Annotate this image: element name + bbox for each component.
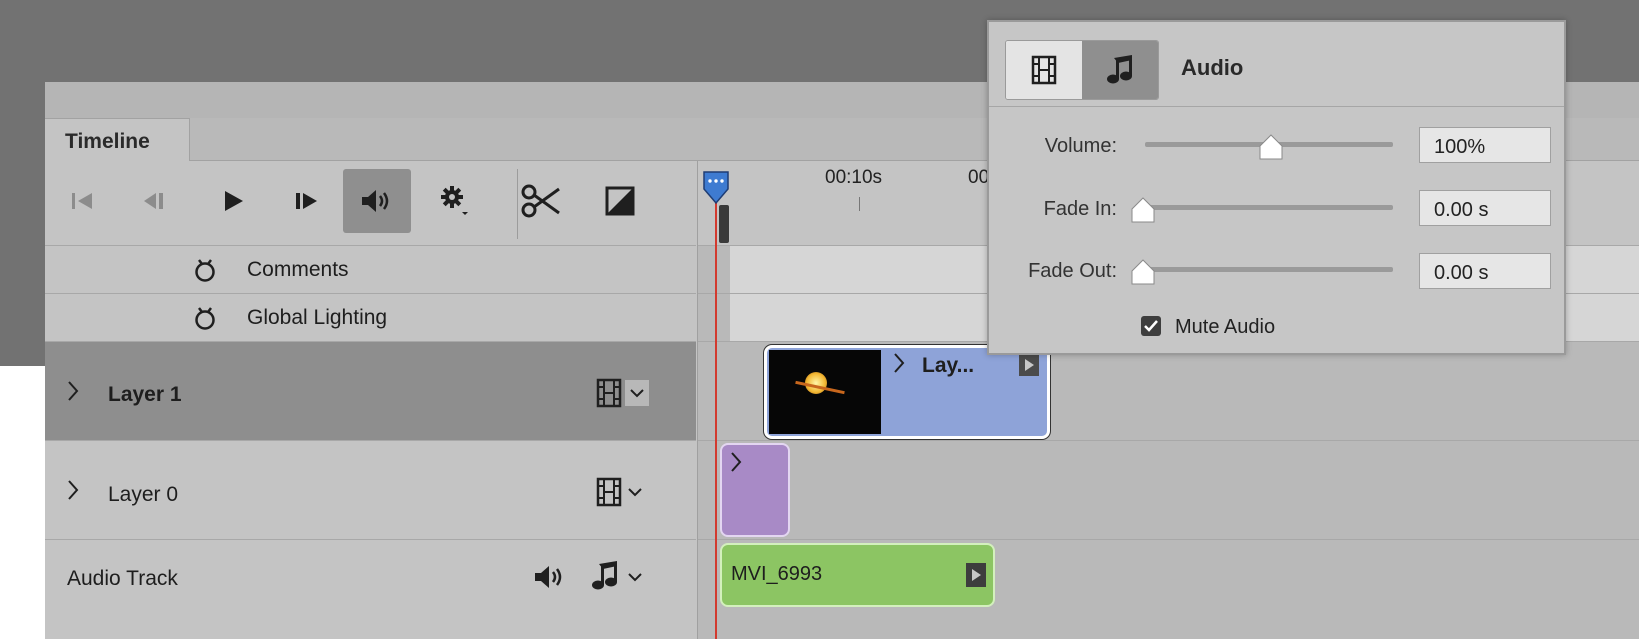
volume-label: Volume: bbox=[1044, 135, 1117, 157]
row-label-comments: Comments bbox=[247, 258, 349, 281]
stopwatch-icon[interactable] bbox=[193, 257, 217, 283]
clip-thumbnail bbox=[769, 350, 881, 434]
chevron-down-icon[interactable] bbox=[627, 572, 643, 582]
row-label-global-lighting: Global Lighting bbox=[247, 306, 388, 329]
fade-in-slider[interactable] bbox=[1145, 205, 1393, 210]
step-forward-icon bbox=[296, 193, 317, 209]
timeline-toolbar bbox=[45, 161, 696, 246]
fade-in-slider-thumb[interactable] bbox=[1129, 196, 1157, 224]
fade-in-value-field[interactable]: 0.00 s bbox=[1419, 190, 1551, 226]
fade-out-slider-thumb[interactable] bbox=[1129, 258, 1157, 286]
film-strip-icon bbox=[1031, 55, 1057, 85]
go-to-first-frame-button[interactable] bbox=[49, 169, 117, 233]
film-strip-icon[interactable] bbox=[596, 477, 622, 507]
film-strip-icon[interactable] bbox=[596, 378, 622, 408]
row-comments: Comments bbox=[45, 245, 696, 293]
fade-out-label: Fade Out: bbox=[1028, 260, 1117, 282]
transition-button[interactable] bbox=[586, 169, 654, 233]
speaker-icon bbox=[362, 190, 389, 212]
chevron-down-icon[interactable] bbox=[625, 380, 649, 406]
ruler-mark-10s: 00:10s bbox=[825, 167, 883, 188]
chevron-right-icon[interactable] bbox=[893, 352, 905, 374]
row-label-layer-0: Layer 0 bbox=[108, 483, 179, 506]
popover-divider bbox=[989, 106, 1564, 107]
fade-out-value-field[interactable]: 0.00 s bbox=[1419, 253, 1551, 289]
mute-audio-checkbox[interactable] bbox=[1141, 316, 1161, 336]
audio-clip[interactable]: MVI_6993 bbox=[720, 543, 995, 607]
gear-icon bbox=[441, 186, 468, 215]
music-note-icon[interactable] bbox=[590, 560, 620, 592]
fade-out-slider[interactable] bbox=[1145, 267, 1393, 272]
tab-timeline-label: Timeline bbox=[65, 130, 150, 153]
audio-settings-popover: Audio Volume: 100% Fade In: 0.00 s Fade … bbox=[987, 20, 1566, 355]
playhead-line bbox=[715, 201, 717, 639]
transition-icon bbox=[605, 186, 635, 216]
audio-tab-button[interactable] bbox=[1082, 41, 1158, 99]
layer-1-clip[interactable]: Lay... bbox=[764, 345, 1050, 439]
clip-menu-play-icon[interactable] bbox=[1019, 354, 1039, 376]
clip-menu-play-icon[interactable] bbox=[966, 563, 986, 587]
layer-1-clip-label: Lay... bbox=[922, 354, 975, 377]
play-button[interactable] bbox=[199, 169, 267, 233]
chevron-right-icon[interactable] bbox=[730, 451, 742, 473]
mute-audio-label: Mute Audio bbox=[1175, 316, 1276, 338]
video-tab-button[interactable] bbox=[1006, 41, 1083, 99]
tab-timeline[interactable]: Timeline bbox=[45, 118, 190, 161]
stopwatch-icon[interactable] bbox=[193, 305, 217, 331]
track-layer-0 bbox=[698, 440, 1639, 540]
chevron-down-icon[interactable] bbox=[627, 487, 643, 497]
row-global-lighting: Global Lighting bbox=[45, 293, 696, 341]
step-back-icon bbox=[144, 193, 163, 209]
music-note-icon bbox=[1107, 55, 1132, 84]
work-area-end-handle[interactable] bbox=[719, 205, 729, 243]
volume-slider-thumb[interactable] bbox=[1257, 133, 1285, 161]
checkmark-icon bbox=[1144, 320, 1158, 332]
row-label-audio-track: Audio Track bbox=[67, 567, 178, 590]
audio-toggle-button[interactable] bbox=[343, 169, 411, 233]
chevron-right-icon[interactable] bbox=[67, 479, 79, 501]
audio-clip-label: MVI_6993 bbox=[731, 563, 823, 585]
row-layer-1[interactable]: Layer 1 bbox=[45, 341, 696, 441]
fade-in-label: Fade In: bbox=[1043, 198, 1117, 220]
playhead-handle[interactable] bbox=[701, 169, 731, 207]
split-button[interactable] bbox=[507, 169, 575, 233]
row-label-layer-1: Layer 1 bbox=[108, 383, 182, 406]
previous-frame-button[interactable] bbox=[119, 169, 187, 233]
media-type-toggle bbox=[1005, 40, 1159, 100]
audio-panel-title: Audio bbox=[1181, 55, 1244, 80]
next-frame-button[interactable] bbox=[273, 169, 341, 233]
row-audio-track[interactable]: Audio Track bbox=[45, 539, 696, 640]
scissors-icon bbox=[521, 184, 560, 218]
volume-value-field[interactable]: 100% bbox=[1419, 127, 1551, 163]
skip-back-icon bbox=[72, 193, 92, 209]
play-icon bbox=[225, 191, 243, 211]
speaker-icon[interactable] bbox=[533, 564, 567, 590]
ruler-tick bbox=[859, 197, 860, 211]
row-layer-0[interactable]: Layer 0 bbox=[45, 440, 696, 540]
settings-button[interactable] bbox=[421, 169, 489, 233]
layer-0-clip[interactable] bbox=[720, 443, 790, 537]
chevron-right-icon[interactable] bbox=[67, 380, 79, 402]
